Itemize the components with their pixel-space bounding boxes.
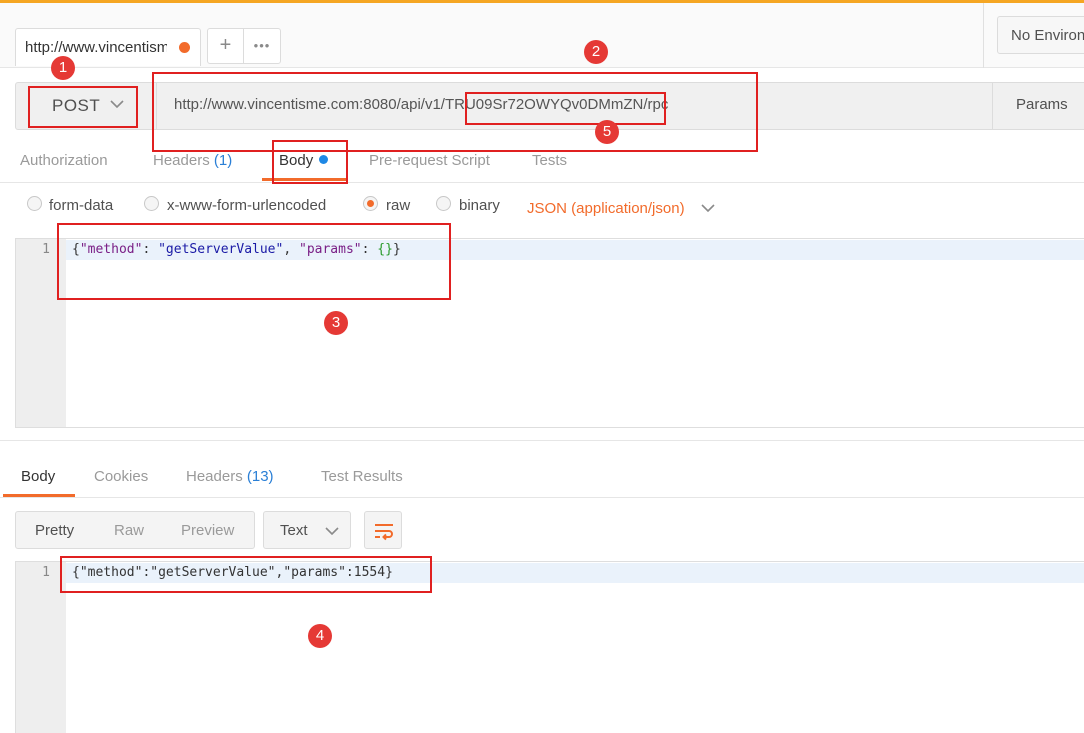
divider	[0, 440, 1084, 441]
radio-form-data-label: form-data	[49, 197, 114, 214]
response-tab-body[interactable]: Body	[21, 468, 55, 485]
radio-form-data[interactable]	[27, 196, 42, 211]
tab-tests[interactable]: Tests	[532, 152, 567, 169]
annotation-badge-5: 5	[595, 120, 619, 144]
environment-select[interactable]: No Environment	[997, 16, 1084, 54]
line-number: 1	[42, 565, 50, 580]
request-tab[interactable]: http://www.vincentisme.com:8080/api/v1	[15, 28, 201, 66]
divider	[0, 497, 1084, 498]
format-select[interactable]: Text	[263, 511, 351, 549]
view-preview-button[interactable]: Preview	[181, 522, 234, 539]
annotation-box-url	[152, 72, 758, 152]
env-divider	[983, 3, 984, 68]
environment-label: No Environment	[1011, 27, 1084, 44]
params-button[interactable]: Params	[1016, 96, 1068, 113]
radio-raw[interactable]	[363, 196, 378, 211]
annotation-badge-2: 2	[584, 40, 608, 64]
response-tab-headers[interactable]: Headers (13)	[186, 468, 274, 485]
format-label: Text	[280, 522, 308, 539]
annotation-box-method	[28, 86, 138, 128]
annotation-box-request-body	[57, 223, 451, 300]
wrap-lines-icon	[375, 524, 393, 541]
response-tab-cookies[interactable]: Cookies	[94, 468, 148, 485]
response-tab-headers-label: Headers	[186, 468, 243, 485]
add-tab-button[interactable]: +	[207, 28, 244, 64]
radio-binary[interactable]	[436, 196, 451, 211]
request-tab-label: http://www.vincentisme.com:8080/api/v1	[25, 39, 167, 56]
tab-headers-label: Headers	[153, 152, 210, 169]
view-raw-button[interactable]: Raw	[114, 522, 144, 539]
unsaved-dot-icon	[179, 42, 190, 53]
radio-binary-label: binary	[459, 197, 500, 214]
content-type-select[interactable]: JSON (application/json)	[527, 200, 685, 217]
chevron-down-icon	[325, 527, 339, 536]
more-tabs-button[interactable]: •••	[243, 28, 281, 64]
annotation-badge-1: 1	[51, 56, 75, 80]
radio-urlencoded-label: x-www-form-urlencoded	[167, 197, 327, 214]
wrap-lines-button[interactable]	[364, 511, 402, 549]
tab-headers[interactable]: Headers (1)	[153, 152, 232, 169]
divider	[0, 182, 1084, 183]
editor-gutter	[16, 562, 66, 733]
view-pretty-button[interactable]: Pretty	[35, 522, 74, 539]
response-tab-test-results[interactable]: Test Results	[321, 468, 403, 485]
tab-prerequest-script[interactable]: Pre-request Script	[369, 152, 490, 169]
annotation-badge-3: 3	[324, 311, 348, 335]
annotation-box-response	[60, 556, 432, 593]
annotation-box-body-tab	[272, 140, 348, 184]
line-number: 1	[42, 242, 50, 257]
headers-count: (1)	[213, 152, 233, 169]
response-headers-count: (13)	[246, 468, 274, 485]
params-divider	[992, 83, 993, 129]
annotation-box-token	[465, 92, 666, 125]
chevron-down-icon[interactable]	[701, 202, 715, 214]
radio-urlencoded[interactable]	[144, 196, 159, 211]
radio-raw-label: raw	[386, 197, 411, 214]
tab-authorization[interactable]: Authorization	[20, 152, 108, 169]
annotation-badge-4: 4	[308, 624, 332, 648]
